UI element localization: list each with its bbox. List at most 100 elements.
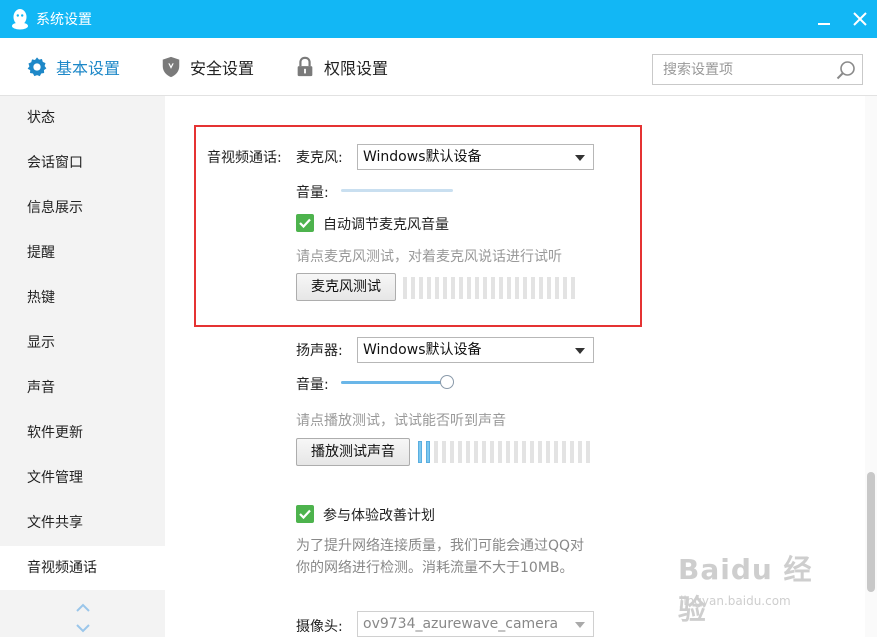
speaker-volume-fill — [341, 381, 447, 384]
shield-icon — [162, 56, 180, 78]
meter-segment — [403, 277, 407, 299]
chevron-up-down-icon[interactable] — [74, 602, 92, 634]
search-icon[interactable] — [835, 59, 857, 81]
meter-segment — [507, 277, 511, 299]
tab-security-settings[interactable]: 安全设置 — [160, 52, 254, 82]
experience-plan-checkbox[interactable] — [296, 505, 314, 523]
gear-icon — [27, 57, 47, 77]
close-icon — [853, 12, 867, 26]
baidu-watermark: Baidu 经验 jingyan.baidu.com — [672, 538, 837, 626]
meter-segment — [442, 441, 446, 463]
meter-segment — [571, 277, 575, 299]
meter-segment — [475, 277, 479, 299]
meter-segment — [474, 441, 478, 463]
speaker-test-button[interactable]: 播放测试声音 — [296, 438, 410, 466]
meter-segment — [531, 277, 535, 299]
meter-segment — [490, 441, 494, 463]
settings-sidebar: 状态 会话窗口 信息展示 提醒 热键 显示 声音 软件更新 文件管理 文件共享 … — [0, 96, 165, 637]
camera-label: 摄像头: — [296, 619, 343, 635]
sidebar-item-av-call[interactable]: 音视频通话 — [0, 546, 165, 590]
speaker-volume-label: 音量: — [296, 377, 329, 393]
mic-auto-adjust-checkbox[interactable] — [296, 214, 314, 232]
meter-segment — [546, 441, 550, 463]
tab-label: 基本设置 — [56, 59, 121, 78]
meter-segment — [522, 441, 526, 463]
mic-test-button[interactable]: 麦克风测试 — [296, 273, 396, 301]
camera-device-select[interactable]: ov9734_azurewave_camera — [357, 611, 594, 637]
meter-segment — [514, 441, 518, 463]
sidebar-item-chat-window[interactable]: 会话窗口 — [0, 141, 165, 185]
watermark-url: jingyan.baidu.com — [680, 594, 791, 608]
scrollbar-thumb[interactable] — [867, 472, 875, 592]
meter-segment — [434, 441, 438, 463]
meter-segment — [578, 441, 582, 463]
camera-device-value: ov9734_azurewave_camera — [363, 616, 559, 632]
mic-device-select[interactable]: Windows默认设备 — [357, 144, 594, 170]
meter-segment — [523, 277, 527, 299]
meter-segment — [411, 277, 415, 299]
meter-segment — [506, 441, 510, 463]
meter-segment — [562, 441, 566, 463]
meter-segment — [458, 441, 462, 463]
meter-segment — [570, 441, 574, 463]
search-input[interactable] — [653, 55, 833, 84]
meter-segment — [538, 441, 542, 463]
speaker-level-meter — [418, 441, 594, 463]
mic-device-value: Windows默认设备 — [363, 149, 482, 165]
meter-segment — [466, 441, 470, 463]
minimize-button[interactable] — [811, 6, 837, 32]
meter-segment — [563, 277, 567, 299]
window-title: 系统设置 — [36, 12, 92, 28]
checkmark-icon — [299, 509, 311, 520]
sidebar-item-file-sharing[interactable]: 文件共享 — [0, 501, 165, 545]
meter-segment — [530, 441, 534, 463]
mic-volume-label: 音量: — [296, 185, 329, 201]
tab-label: 安全设置 — [190, 59, 255, 78]
dropdown-arrow-icon — [575, 622, 585, 628]
meter-segment — [539, 277, 543, 299]
meter-segment — [451, 277, 455, 299]
dropdown-arrow-icon — [575, 155, 585, 161]
meter-segment — [427, 277, 431, 299]
settings-toolbar: 基本设置 安全设置 权限设置 — [0, 38, 877, 96]
sidebar-item-reminder[interactable]: 提醒 — [0, 231, 165, 275]
title-bar: 系统设置 — [0, 0, 877, 38]
mic-volume-slider[interactable] — [341, 189, 453, 192]
speaker-device-value: Windows默认设备 — [363, 342, 482, 358]
sidebar-item-software-update[interactable]: 软件更新 — [0, 411, 165, 455]
speaker-test-hint: 请点播放测试，试试能否听到声音 — [296, 413, 506, 429]
tab-permission-settings[interactable]: 权限设置 — [294, 52, 388, 82]
sidebar-item-sound[interactable]: 声音 — [0, 366, 165, 410]
speaker-volume-slider[interactable] — [341, 381, 447, 384]
mic-auto-adjust-label: 自动调节麦克风音量 — [323, 217, 449, 233]
experience-desc-line2: 你的网络进行检测。消耗流量不大于10MB。 — [296, 560, 574, 576]
sidebar-item-status[interactable]: 状态 — [0, 96, 165, 140]
meter-segment — [450, 441, 454, 463]
mic-level-meter — [403, 277, 579, 299]
qq-penguin-icon — [12, 9, 28, 30]
meter-segment — [554, 441, 558, 463]
dropdown-arrow-icon — [575, 348, 585, 354]
sidebar-item-display[interactable]: 显示 — [0, 321, 165, 365]
meter-segment — [459, 277, 463, 299]
mic-label: 麦克风: — [296, 150, 343, 166]
tab-label: 权限设置 — [324, 59, 389, 78]
meter-segment — [483, 277, 487, 299]
experience-plan-label: 参与体验改善计划 — [323, 508, 435, 524]
sidebar-item-hotkeys[interactable]: 热键 — [0, 276, 165, 320]
meter-segment — [443, 277, 447, 299]
minimize-icon — [818, 23, 830, 25]
speaker-volume-thumb[interactable] — [440, 375, 454, 389]
sidebar-item-info-display[interactable]: 信息展示 — [0, 186, 165, 230]
speaker-device-select[interactable]: Windows默认设备 — [357, 337, 594, 363]
tab-basic-settings[interactable]: 基本设置 — [26, 52, 120, 82]
sidebar-item-file-management[interactable]: 文件管理 — [0, 456, 165, 500]
watermark-text: Baidu 经验 — [678, 553, 813, 626]
meter-segment — [555, 277, 559, 299]
mic-test-hint: 请点麦克风测试，对着麦克风说话进行试听 — [296, 249, 562, 265]
search-box — [652, 54, 863, 85]
lock-icon — [297, 56, 313, 77]
close-button[interactable] — [847, 6, 873, 32]
meter-segment — [515, 277, 519, 299]
meter-segment — [547, 277, 551, 299]
